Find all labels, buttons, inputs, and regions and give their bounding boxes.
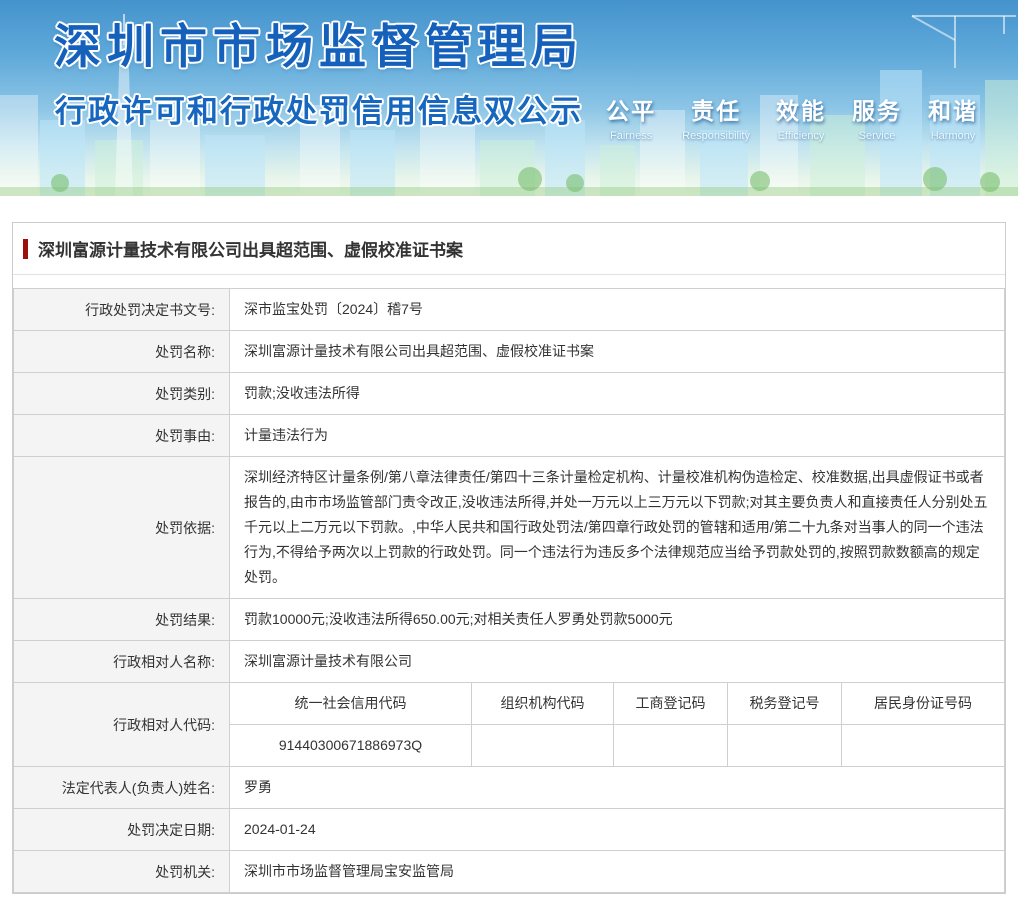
table-row: 处罚决定日期: 2024-01-24 bbox=[14, 809, 1005, 851]
slogan-en: Responsibility bbox=[682, 130, 750, 142]
slogan-responsibility: 责任 Responsibility bbox=[682, 92, 750, 142]
slogan-cn: 公平 bbox=[606, 92, 656, 126]
slogan-service: 服务 Service bbox=[852, 92, 902, 142]
slogan-fairness: 公平 Fairness bbox=[606, 92, 656, 142]
site-subtitle: 行政许可和行政处罚信用信息双公示 bbox=[55, 86, 583, 131]
slogan-cn: 和谐 bbox=[928, 92, 978, 126]
row-value: 深市监宝处罚〔2024〕稽7号 bbox=[230, 289, 1005, 331]
site-banner: 深圳市市场监督管理局 行政许可和行政处罚信用信息双公示 公平 Fairness … bbox=[0, 0, 1018, 196]
slogan-cn: 责任 bbox=[682, 92, 750, 126]
code-value: 91440300671886973Q bbox=[230, 725, 472, 767]
table-row: 行政处罚决定书文号: 深市监宝处罚〔2024〕稽7号 bbox=[14, 289, 1005, 331]
slogan-en: Harmony bbox=[928, 130, 978, 142]
row-value: 罗勇 bbox=[230, 767, 1005, 809]
table-row: 处罚名称: 深圳富源计量技术有限公司出具超范围、虚假校准证书案 bbox=[14, 331, 1005, 373]
table-row: 法定代表人(负责人)姓名: 罗勇 bbox=[14, 767, 1005, 809]
row-value: 罚款10000元;没收违法所得650.00元;对相关责任人罗勇处罚款5000元 bbox=[230, 599, 1005, 641]
row-label: 处罚名称: bbox=[14, 331, 230, 373]
table-row: 处罚依据: 深圳经济特区计量条例/第八章法律责任/第四十三条计量检定机构、计量校… bbox=[14, 457, 1005, 599]
code-column-header: 统一社会信用代码 bbox=[230, 683, 472, 725]
penalty-info-table: 行政处罚决定书文号: 深市监宝处罚〔2024〕稽7号 处罚名称: 深圳富源计量技… bbox=[13, 288, 1005, 893]
code-column-header: 居民身份证号码 bbox=[842, 683, 1005, 725]
row-label: 处罚结果: bbox=[14, 599, 230, 641]
table-row-codes-header: 行政相对人代码: 统一社会信用代码 组织机构代码 工商登记码 税务登记号 居民身… bbox=[14, 683, 1005, 725]
content-panel: 深圳富源计量技术有限公司出具超范围、虚假校准证书案 行政处罚决定书文号: 深市监… bbox=[12, 222, 1006, 894]
row-label: 法定代表人(负责人)姓名: bbox=[14, 767, 230, 809]
site-title: 深圳市市场监督管理局 bbox=[54, 8, 584, 77]
row-label: 处罚依据: bbox=[14, 457, 230, 599]
code-column-header: 组织机构代码 bbox=[472, 683, 614, 725]
slogan-cn: 服务 bbox=[852, 92, 902, 126]
row-label: 处罚类别: bbox=[14, 373, 230, 415]
slogan-group: 公平 Fairness 责任 Responsibility 效能 Efficie… bbox=[606, 92, 978, 142]
table-wrapper: 行政处罚决定书文号: 深市监宝处罚〔2024〕稽7号 处罚名称: 深圳富源计量技… bbox=[13, 275, 1005, 893]
row-value: 计量违法行为 bbox=[230, 415, 1005, 457]
slogan-harmony: 和谐 Harmony bbox=[928, 92, 978, 142]
row-value: 罚款;没收违法所得 bbox=[230, 373, 1005, 415]
row-value: 2024-01-24 bbox=[230, 809, 1005, 851]
crane-icon bbox=[912, 16, 1016, 68]
row-value: 深圳富源计量技术有限公司 bbox=[230, 641, 1005, 683]
code-value bbox=[842, 725, 1005, 767]
code-column-header: 税务登记号 bbox=[728, 683, 842, 725]
table-row: 处罚结果: 罚款10000元;没收违法所得650.00元;对相关责任人罗勇处罚款… bbox=[14, 599, 1005, 641]
table-row: 处罚类别: 罚款;没收违法所得 bbox=[14, 373, 1005, 415]
row-value: 深圳富源计量技术有限公司出具超范围、虚假校准证书案 bbox=[230, 331, 1005, 373]
slogan-cn: 效能 bbox=[776, 92, 826, 126]
slogan-en: Efficiency bbox=[776, 130, 826, 142]
slogan-efficiency: 效能 Efficiency bbox=[776, 92, 826, 142]
article-header: 深圳富源计量技术有限公司出具超范围、虚假校准证书案 bbox=[13, 223, 1005, 275]
title-accent-bar bbox=[23, 239, 28, 259]
slogan-en: Fairness bbox=[606, 130, 656, 142]
code-value bbox=[614, 725, 728, 767]
row-label: 行政相对人名称: bbox=[14, 641, 230, 683]
row-label: 行政相对人代码: bbox=[14, 683, 230, 767]
code-value bbox=[728, 725, 842, 767]
row-label: 处罚事由: bbox=[14, 415, 230, 457]
row-label: 处罚机关: bbox=[14, 851, 230, 893]
code-column-header: 工商登记码 bbox=[614, 683, 728, 725]
table-row: 处罚机关: 深圳市市场监督管理局宝安监管局 bbox=[14, 851, 1005, 893]
table-row: 处罚事由: 计量违法行为 bbox=[14, 415, 1005, 457]
row-value: 深圳市市场监督管理局宝安监管局 bbox=[230, 851, 1005, 893]
code-value bbox=[472, 725, 614, 767]
page-title: 深圳富源计量技术有限公司出具超范围、虚假校准证书案 bbox=[38, 236, 463, 261]
slogan-en: Service bbox=[852, 130, 902, 142]
row-label: 行政处罚决定书文号: bbox=[14, 289, 230, 331]
row-value: 深圳经济特区计量条例/第八章法律责任/第四十三条计量检定机构、计量校准机构伪造检… bbox=[230, 457, 1005, 599]
table-row: 行政相对人名称: 深圳富源计量技术有限公司 bbox=[14, 641, 1005, 683]
row-label: 处罚决定日期: bbox=[14, 809, 230, 851]
